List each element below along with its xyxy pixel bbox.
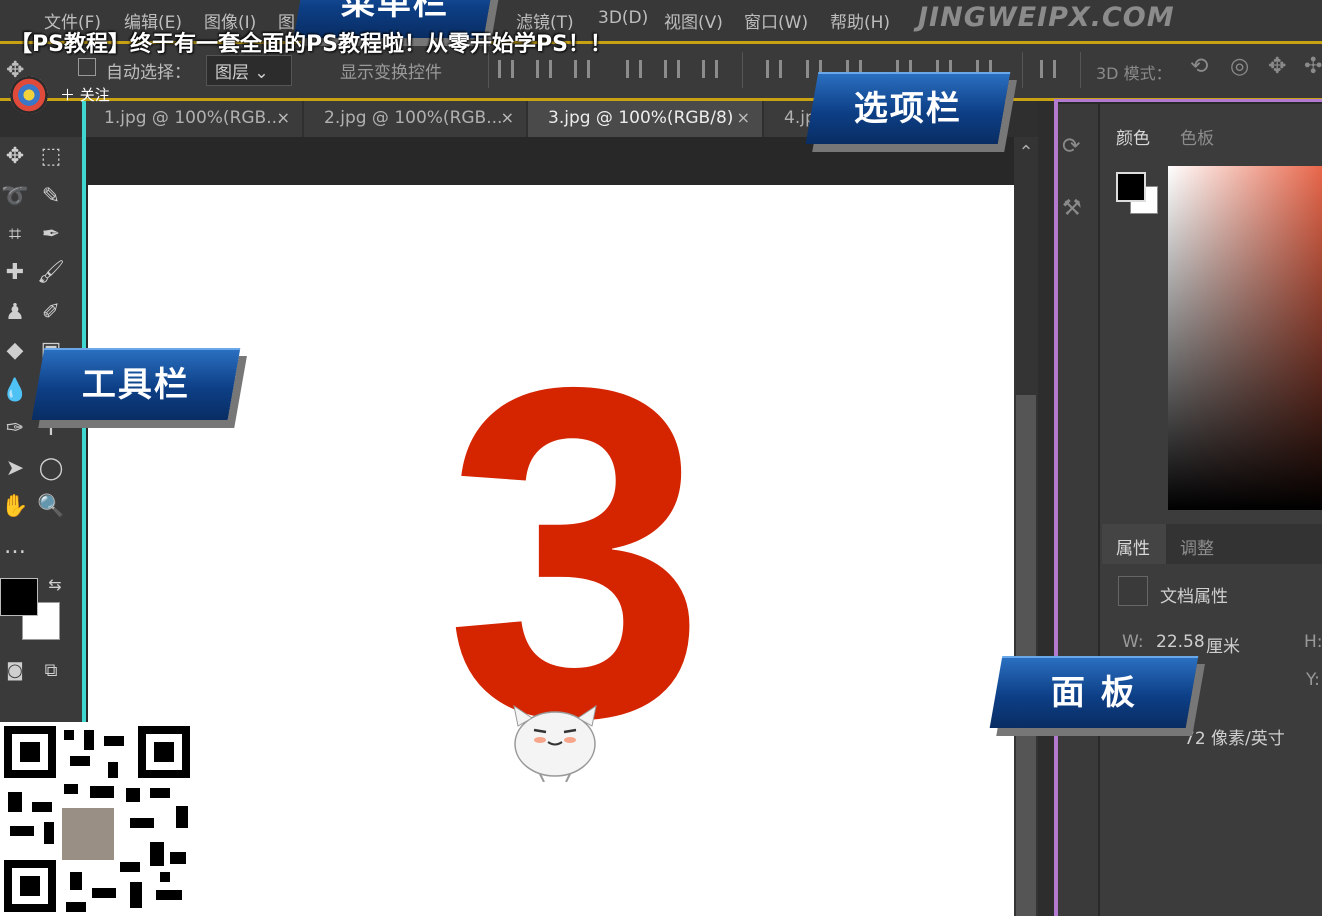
distribute-top-icon[interactable] <box>766 60 782 78</box>
y-label: Y: <box>1306 670 1320 690</box>
callout-options: 选项栏 <box>805 72 1011 144</box>
ellipse-tool-icon[interactable]: ◯ <box>36 453 66 483</box>
auto-select-dropdown[interactable]: 图层 ⌄ <box>206 55 292 86</box>
healing-brush-icon[interactable]: ✚ <box>0 257 30 287</box>
crop-tool-icon[interactable]: ⌗ <box>0 219 30 249</box>
document-icon <box>1118 576 1148 606</box>
3d-mode-label: 3D 模式： <box>1096 64 1172 83</box>
highlight-line <box>1054 99 1322 102</box>
auto-align-icon[interactable] <box>1040 60 1056 78</box>
width-label: W: <box>1122 632 1144 652</box>
channel-avatar[interactable] <box>10 76 48 114</box>
3d-pan-icon[interactable]: ✥ <box>1268 54 1286 79</box>
menu-window[interactable]: 窗口(W) <box>744 8 808 33</box>
auto-select-label: 自动选择： <box>106 63 191 83</box>
callout-label: 工具栏 <box>81 365 190 405</box>
follow-button[interactable]: ＋ 关注 <box>60 84 110 105</box>
doc-properties-label: 文档属性 <box>1160 587 1228 607</box>
pen-tool-icon[interactable]: ✑ <box>0 413 30 443</box>
marquee-tool-icon[interactable]: ⬚ <box>36 141 66 171</box>
auto-select-value: 图层 <box>215 63 249 83</box>
tab-2jpg[interactable]: 2.jpg @ 100%(RGB... × <box>304 101 526 137</box>
author-photo <box>60 806 116 862</box>
separator <box>1080 52 1081 88</box>
lasso-tool-icon[interactable]: ➰ <box>0 181 30 211</box>
tab-label: 3.jpg @ 100%(RGB/8) <box>548 108 734 128</box>
tab-swatches[interactable]: 色板 <box>1180 124 1214 149</box>
auto-select-checkbox[interactable] <box>78 58 96 76</box>
mascot-sticker <box>513 704 597 782</box>
close-icon[interactable]: × <box>501 101 514 135</box>
3d-roll-icon[interactable]: ◎ <box>1230 54 1249 79</box>
video-title: 【PS教程】终于有一套全面的PS教程啦！从零开始学PS！！ <box>10 32 612 57</box>
width-value[interactable]: 22.58 <box>1156 632 1205 652</box>
height-label: H: <box>1304 632 1322 652</box>
align-vcenter-icon[interactable] <box>536 60 552 78</box>
show-transform-label[interactable]: 显示变换控件 <box>340 58 442 83</box>
tool-presets-icon[interactable]: ⚒ <box>1062 196 1082 221</box>
align-bottom-icon[interactable] <box>574 60 590 78</box>
align-hcenter-icon[interactable] <box>664 60 680 78</box>
path-select-icon[interactable]: ➤ <box>0 453 30 483</box>
tab-adjustments[interactable]: 调整 <box>1180 534 1214 559</box>
clone-stamp-icon[interactable]: ♟ <box>0 297 30 327</box>
more-tools-icon[interactable]: … <box>0 531 30 561</box>
callout-label: 面 板 <box>1050 673 1137 713</box>
menu-3d[interactable]: 3D(D) <box>598 8 648 28</box>
screen-mode-icon[interactable]: ⧉ <box>36 655 66 685</box>
highlight-line <box>1054 101 1058 916</box>
menu-help[interactable]: 帮助(H) <box>830 8 890 33</box>
tab-label: 1.jpg @ 100%(RGB... <box>104 108 283 128</box>
brush-tool-icon[interactable]: 🖌 <box>36 257 66 287</box>
quick-select-tool-icon[interactable]: ✎ <box>36 181 66 211</box>
panel-fg-swatch[interactable] <box>1116 172 1146 202</box>
eyedropper-tool-icon[interactable]: ✒ <box>36 219 66 249</box>
swap-colors-icon[interactable]: ⇆ <box>40 569 70 599</box>
resolution-value[interactable]: 72 像素/英寸 <box>1184 724 1285 749</box>
history-panel-icon[interactable]: ⟳ <box>1062 134 1080 159</box>
tab-properties[interactable]: 属性 <box>1116 534 1150 559</box>
callout-panel: 面 板 <box>989 656 1199 728</box>
tab-label: 2.jpg @ 100%(RGB... <box>324 108 503 128</box>
quick-mask-icon[interactable]: ◙ <box>0 655 30 685</box>
3d-rotate-icon[interactable]: ⟲ <box>1190 54 1208 79</box>
align-left-icon[interactable] <box>626 60 642 78</box>
tab-color[interactable]: 颜色 <box>1116 124 1150 149</box>
separator <box>742 52 743 88</box>
panel-icon-column: ⟳ ⚒ <box>1058 104 1098 916</box>
menu-view[interactable]: 视图(V) <box>664 8 723 33</box>
move-tool-icon[interactable]: ✥ <box>0 141 30 171</box>
3d-slide-icon[interactable]: ✣ <box>1304 54 1322 79</box>
blur-tool-icon[interactable]: 💧 <box>0 375 30 405</box>
align-right-icon[interactable] <box>702 60 718 78</box>
callout-toolbar: 工具栏 <box>31 348 241 420</box>
align-top-icon[interactable] <box>498 60 514 78</box>
eraser-tool-icon[interactable]: ◆ <box>0 335 30 365</box>
tab-1jpg[interactable]: 1.jpg @ 100%(RGB... × <box>84 101 302 137</box>
color-picker-field[interactable] <box>1168 166 1322 510</box>
tab-3jpg[interactable]: 3.jpg @ 100%(RGB/8) × <box>528 101 762 137</box>
watermark: JINGWEIPX.COM <box>918 2 1175 33</box>
foreground-color-swatch[interactable] <box>0 578 38 616</box>
close-icon[interactable]: × <box>737 101 750 135</box>
history-brush-icon[interactable]: ✐ <box>36 297 66 327</box>
separator <box>1022 52 1023 88</box>
close-icon[interactable]: × <box>277 101 290 135</box>
scroll-up-icon[interactable]: ⌃ <box>1014 142 1038 166</box>
zoom-tool-icon[interactable]: 🔍 <box>36 491 66 521</box>
width-unit: 厘米 <box>1206 637 1240 657</box>
hand-tool-icon[interactable]: ✋ <box>0 491 30 521</box>
callout-label: 选项栏 <box>853 89 962 129</box>
